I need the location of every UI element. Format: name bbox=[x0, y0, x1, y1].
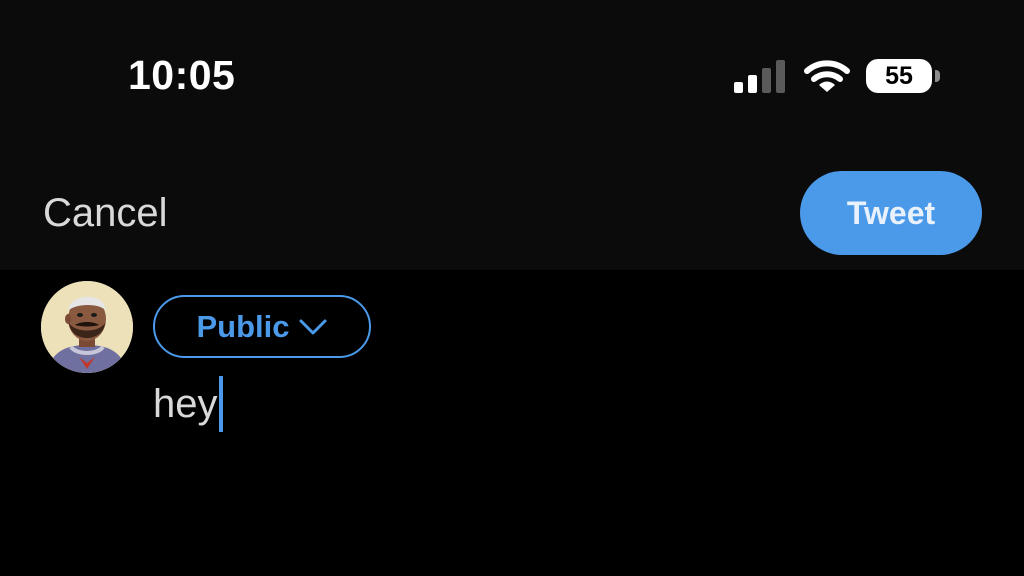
top-bar: 10:05 55 Cancel Tweet bbox=[0, 0, 1024, 270]
chevron-down-icon bbox=[299, 319, 326, 334]
avatar[interactable] bbox=[41, 281, 133, 373]
audience-selector-button[interactable]: Public bbox=[153, 295, 371, 358]
battery-body: 55 bbox=[866, 59, 932, 93]
tweet-compose-input[interactable]: hey bbox=[153, 376, 223, 432]
cancel-button[interactable]: Cancel bbox=[43, 191, 168, 236]
battery-level: 55 bbox=[885, 61, 913, 90]
avatar-image bbox=[41, 281, 133, 373]
status-time: 10:05 bbox=[128, 52, 236, 98]
compose-text: hey bbox=[153, 381, 218, 426]
battery-cap bbox=[935, 70, 940, 82]
signal-icon bbox=[734, 60, 785, 93]
wifi-icon bbox=[804, 60, 850, 92]
audience-label: Public bbox=[196, 308, 290, 344]
battery-icon: 55 bbox=[866, 59, 942, 95]
text-cursor bbox=[218, 376, 223, 432]
tweet-button[interactable]: Tweet bbox=[800, 171, 982, 255]
